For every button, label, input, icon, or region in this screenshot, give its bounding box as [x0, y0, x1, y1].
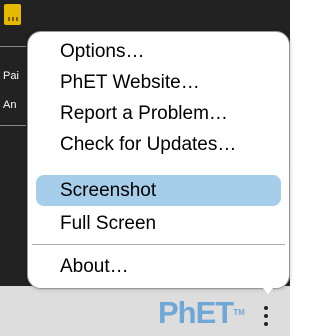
menu-item-phet-website[interactable]: PhET Website…	[36, 67, 281, 98]
phet-menu: Options… PhET Website… Report a Problem……	[27, 31, 290, 289]
sim-label: An	[3, 99, 17, 111]
divider	[0, 46, 26, 47]
sim-label: Pai	[3, 70, 19, 82]
menu-separator	[32, 244, 285, 245]
menu-item-full-screen[interactable]: Full Screen	[36, 208, 281, 239]
menu-item-options[interactable]: Options…	[36, 36, 281, 67]
sim-icon	[4, 4, 21, 25]
menu-item-report-problem[interactable]: Report a Problem…	[36, 98, 281, 129]
menu-pointer	[257, 281, 279, 294]
phet-logo[interactable]: PhETTM	[158, 296, 245, 330]
phet-logo-text: PhET	[158, 295, 234, 330]
menu-item-about[interactable]: About…	[36, 251, 281, 282]
menu-item-screenshot[interactable]: Screenshot	[36, 175, 281, 206]
phet-menu-icon[interactable]	[261, 302, 271, 332]
trademark: TM	[233, 308, 245, 317]
navigation-bar	[0, 286, 290, 336]
menu-item-check-updates[interactable]: Check for Updates…	[36, 129, 281, 160]
divider	[0, 125, 26, 126]
